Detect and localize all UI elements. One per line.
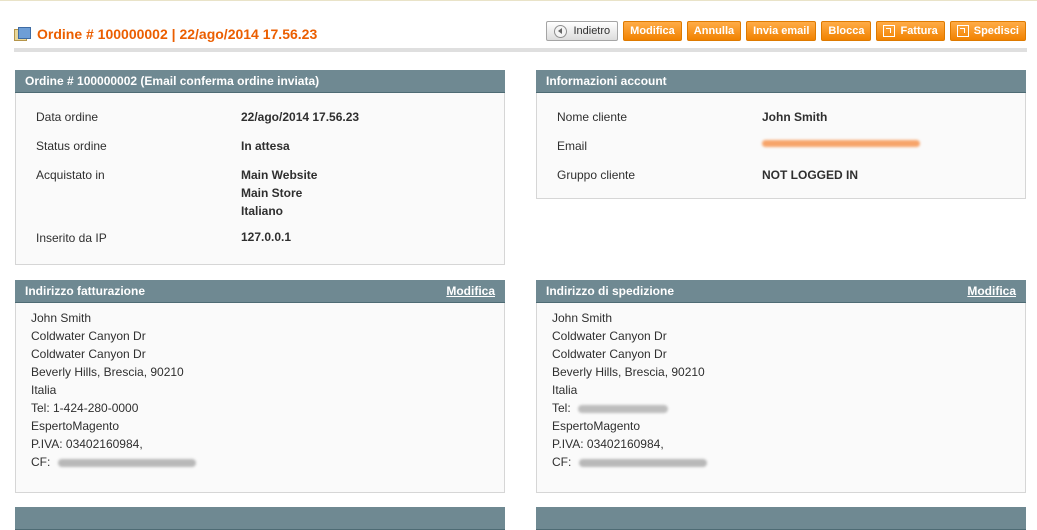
account-info-title: Informazioni account bbox=[546, 74, 667, 88]
invoice-button-label: Fattura bbox=[900, 25, 938, 37]
account-info-box: Informazioni account Nome cliente John S… bbox=[536, 70, 1026, 199]
billing-line: Tel: 1-424-280-0000 bbox=[31, 401, 139, 415]
billing-edit-link[interactable]: Modifica bbox=[446, 280, 495, 302]
customer-email-label: Email bbox=[557, 139, 588, 153]
billing-address-lines: John Smith Coldwater Canyon Dr Coldwater… bbox=[31, 309, 196, 471]
ship-icon bbox=[956, 25, 969, 37]
order-status-value: In attesa bbox=[241, 139, 290, 153]
hold-button[interactable]: Blocca bbox=[821, 21, 872, 41]
payment-info-box bbox=[15, 507, 505, 530]
shipping-address-box: Indirizzo di spedizione Modifica John Sm… bbox=[536, 280, 1026, 493]
payment-info-header bbox=[15, 507, 505, 530]
order-info-title: Ordine # 100000002 (Email conferma ordin… bbox=[25, 74, 320, 88]
purchased-in-language: Italiano bbox=[241, 204, 284, 218]
customer-group-label: Gruppo cliente bbox=[557, 168, 636, 182]
invoice-button[interactable]: Fattura bbox=[876, 21, 945, 41]
header-divider bbox=[14, 48, 1027, 52]
action-buttons: Indietro Modifica Annulla Invia email Bl… bbox=[546, 21, 1026, 41]
back-button-label: Indietro bbox=[573, 25, 611, 37]
customer-name-value: John Smith bbox=[762, 110, 828, 124]
page-title: Ordine # 100000002 | 22/ago/2014 17.56.2… bbox=[14, 24, 317, 44]
billing-line: Coldwater Canyon Dr bbox=[31, 329, 146, 343]
shipping-tel-label: Tel: bbox=[552, 401, 571, 415]
order-status-label: Status ordine bbox=[36, 139, 107, 153]
account-info-header: Informazioni account bbox=[536, 70, 1026, 93]
shipping-cf-line: CF: bbox=[552, 453, 707, 471]
ship-button-label: Spedisci bbox=[973, 25, 1019, 37]
billing-cf-line: CF: bbox=[31, 453, 196, 471]
shipping-cf-label: CF: bbox=[552, 455, 572, 469]
shipping-address-lines: John Smith Coldwater Canyon Dr Coldwater… bbox=[552, 309, 707, 471]
order-info-header: Ordine # 100000002 (Email conferma ordin… bbox=[15, 70, 505, 93]
order-date-label: Data ordine bbox=[36, 110, 99, 124]
billing-line: John Smith bbox=[31, 311, 92, 325]
customer-group-value: NOT LOGGED IN bbox=[762, 168, 858, 182]
shipping-edit-link[interactable]: Modifica bbox=[967, 280, 1016, 302]
shipping-line: Italia bbox=[552, 383, 578, 397]
shipping-method-header bbox=[536, 507, 1026, 530]
shipping-tel-line: Tel: bbox=[552, 399, 707, 417]
send-email-button[interactable]: Invia email bbox=[746, 21, 817, 41]
purchased-in-label: Acquistato in bbox=[36, 168, 105, 182]
placed-from-ip-label: Inserito da IP bbox=[36, 231, 107, 245]
shipping-cf-blurred bbox=[578, 458, 707, 467]
placed-from-ip-value: 127.0.0.1 bbox=[241, 230, 292, 244]
edit-button-label: Modifica bbox=[630, 25, 675, 37]
order-date-value: 22/ago/2014 17.56.23 bbox=[241, 110, 360, 124]
shipping-address-title: Indirizzo di spedizione bbox=[546, 284, 675, 298]
shipping-line: Beverly Hills, Brescia, 90210 bbox=[552, 365, 705, 379]
billing-line: P.IVA: 03402160984, bbox=[31, 437, 143, 451]
billing-address-box: Indirizzo fatturazione Modifica John Smi… bbox=[15, 280, 505, 493]
shipping-address-body: John Smith Coldwater Canyon Dr Coldwater… bbox=[536, 303, 1026, 493]
billing-address-header: Indirizzo fatturazione Modifica bbox=[15, 280, 505, 303]
page-header: Ordine # 100000002 | 22/ago/2014 17.56.2… bbox=[14, 18, 1027, 52]
order-title: Ordine # 100000002 | 22/ago/2014 17.56.2… bbox=[37, 26, 318, 42]
send-email-button-label: Invia email bbox=[753, 25, 810, 37]
shipping-line: Coldwater Canyon Dr bbox=[552, 347, 667, 361]
purchased-in-website: Main Website bbox=[241, 168, 318, 182]
edit-button[interactable]: Modifica bbox=[623, 21, 682, 41]
cancel-button-label: Annulla bbox=[693, 25, 735, 37]
shipping-tel-blurred bbox=[578, 404, 669, 413]
customer-name-label: Nome cliente bbox=[557, 110, 628, 124]
billing-address-body: John Smith Coldwater Canyon Dr Coldwater… bbox=[15, 303, 505, 493]
shipping-line: John Smith bbox=[552, 311, 613, 325]
customer-email-blurred[interactable] bbox=[762, 140, 920, 147]
account-info-body: Nome cliente John Smith Email Gruppo cli… bbox=[536, 93, 1026, 199]
cancel-button[interactable]: Annulla bbox=[686, 21, 742, 41]
billing-address-title: Indirizzo fatturazione bbox=[25, 284, 145, 298]
shipping-line: EspertoMagento bbox=[552, 419, 641, 433]
back-button[interactable]: Indietro bbox=[546, 21, 619, 41]
billing-line: Italia bbox=[31, 383, 57, 397]
billing-line: Beverly Hills, Brescia, 90210 bbox=[31, 365, 184, 379]
billing-line: EspertoMagento bbox=[31, 419, 120, 433]
order-info-box: Ordine # 100000002 (Email conferma ordin… bbox=[15, 70, 505, 265]
shipping-line: Coldwater Canyon Dr bbox=[552, 329, 667, 343]
top-border bbox=[0, 0, 1037, 1]
order-info-body: Data ordine 22/ago/2014 17.56.23 Status … bbox=[15, 93, 505, 265]
billing-cf-label: CF: bbox=[31, 455, 51, 469]
shipping-address-header: Indirizzo di spedizione Modifica bbox=[536, 280, 1026, 303]
shipping-line: P.IVA: 03402160984, bbox=[552, 437, 664, 451]
billing-cf-blurred bbox=[57, 458, 196, 467]
shipping-method-box bbox=[536, 507, 1026, 530]
ship-button[interactable]: Spedisci bbox=[949, 21, 1026, 41]
invoice-icon bbox=[883, 25, 896, 37]
order-icon bbox=[14, 27, 31, 41]
back-arrow-icon bbox=[554, 24, 568, 38]
hold-button-label: Blocca bbox=[828, 25, 865, 37]
billing-line: Coldwater Canyon Dr bbox=[31, 347, 146, 361]
purchased-in-store: Main Store bbox=[241, 186, 303, 200]
